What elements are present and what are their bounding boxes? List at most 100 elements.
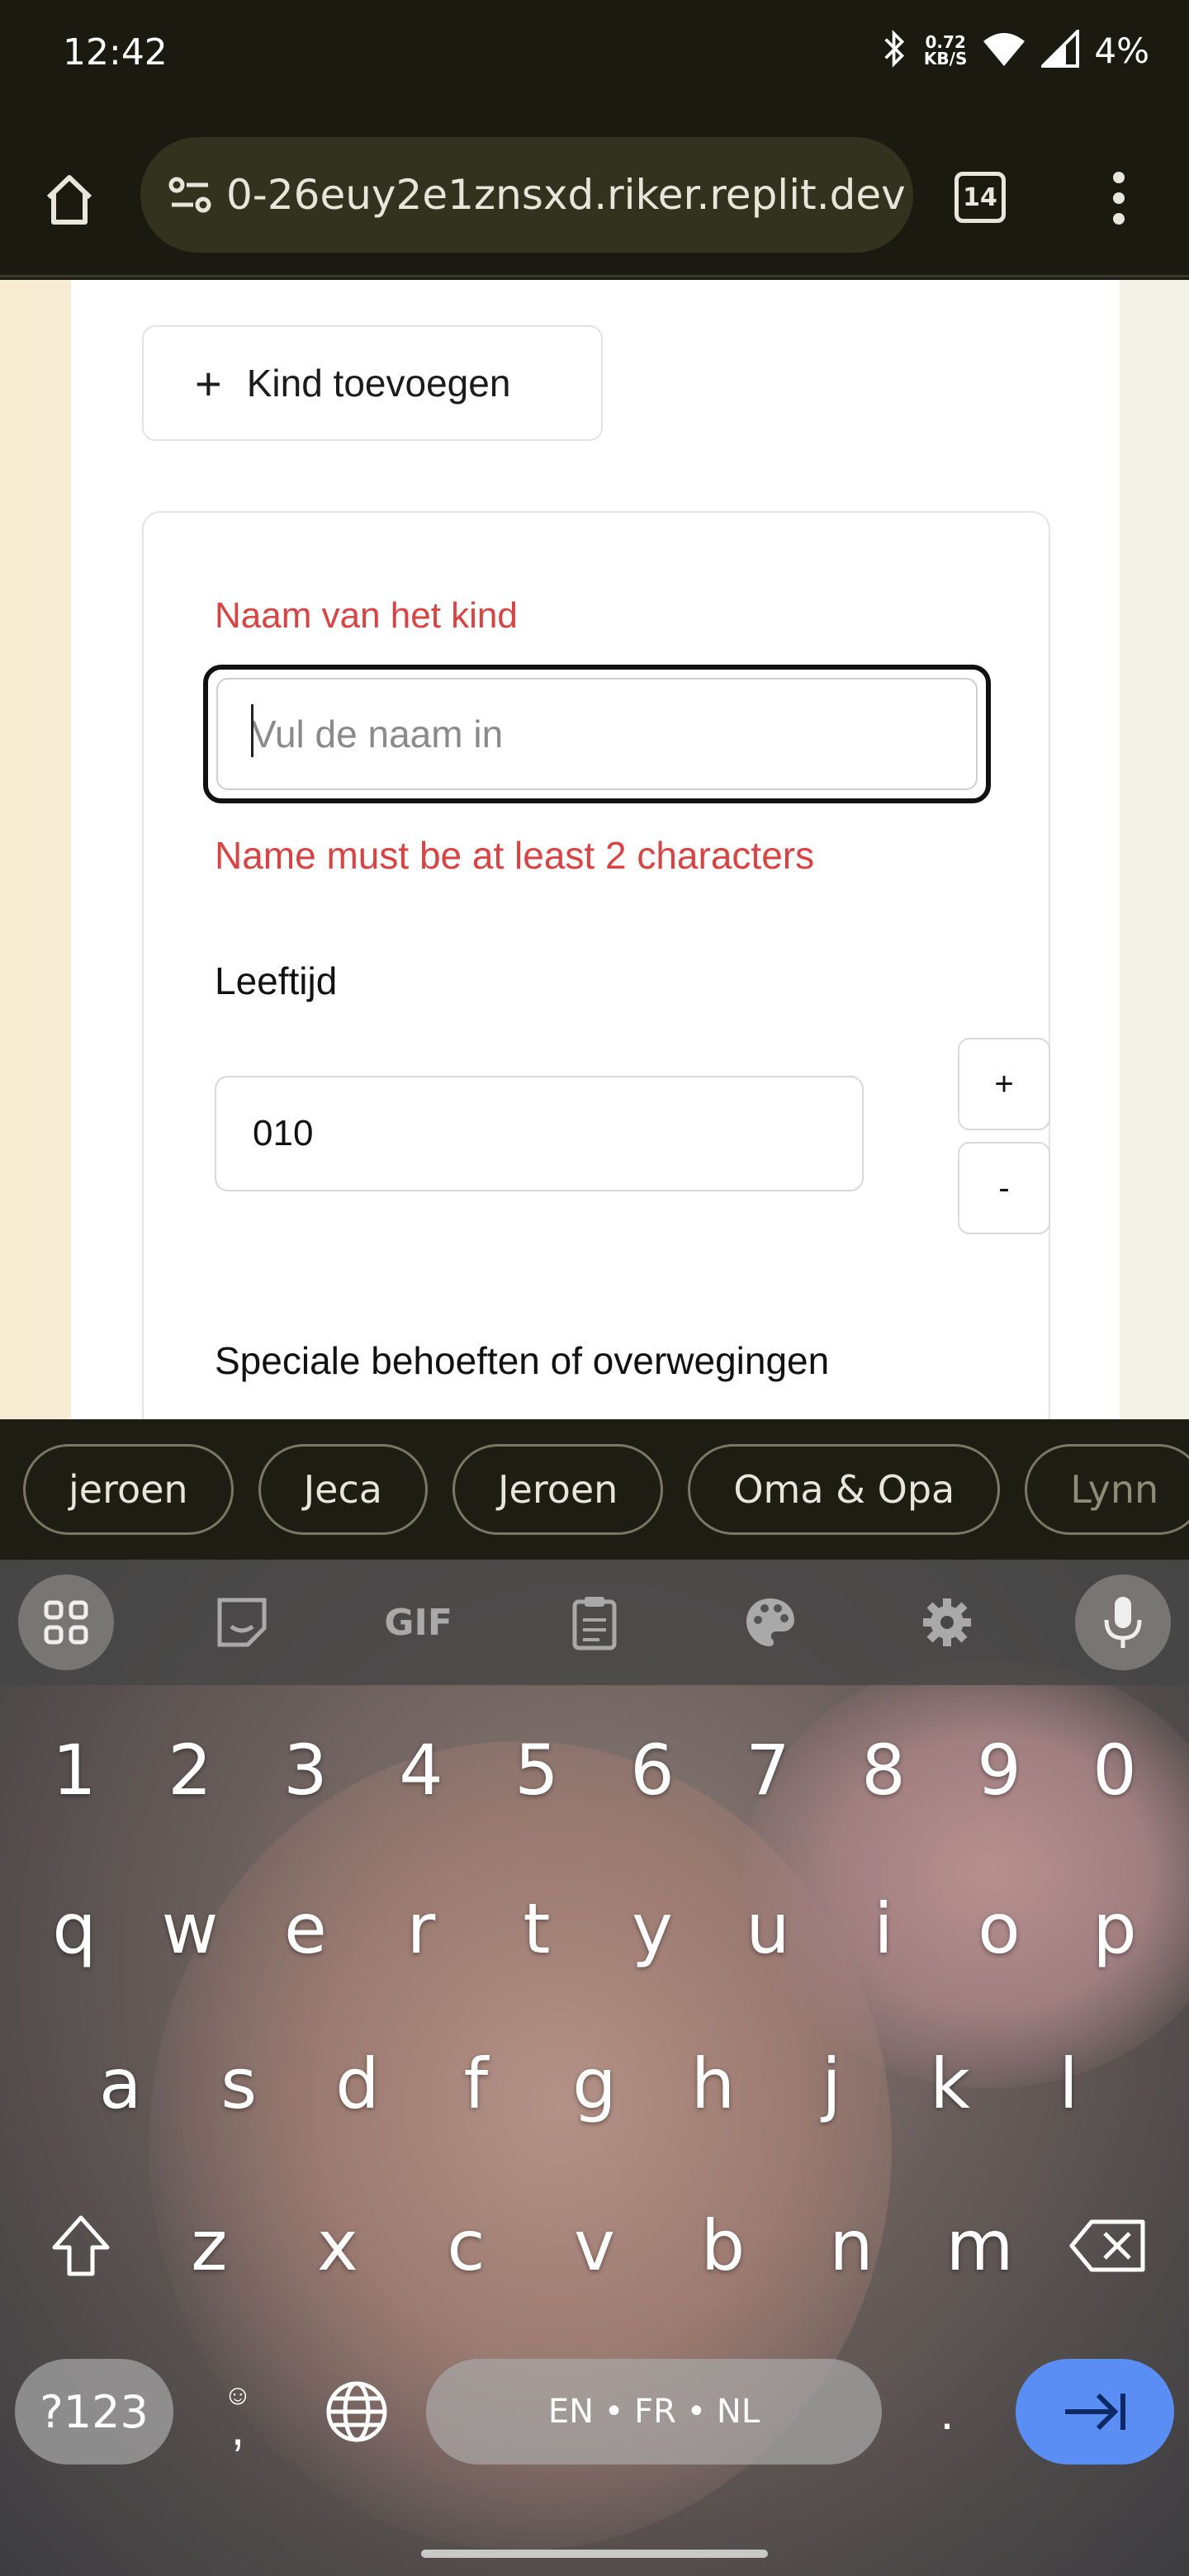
browser-toolbar: 0-26euy2e1znsxd.riker.replit.dev 14 — [0, 124, 1189, 277]
key-m[interactable]: m — [931, 2176, 1030, 2316]
letter-key-row-3: z x c v b n m — [0, 2176, 1189, 2316]
url-text: 0-26euy2e1znsxd.riker.replit.dev — [226, 171, 906, 219]
key-0[interactable]: 0 — [1065, 1700, 1164, 1840]
key-5[interactable]: 5 — [487, 1700, 586, 1840]
period-key[interactable]: . — [918, 2359, 976, 2465]
suggestion-chip[interactable]: Oma & Opa — [688, 1444, 1001, 1535]
plus-icon: + — [195, 357, 222, 410]
age-label: Leeftijd — [215, 959, 338, 1002]
autofill-suggestions: jeroen Jeca Jeroen Oma & Opa Lynn — [0, 1419, 1189, 1560]
age-decrement-button[interactable]: - — [958, 1142, 1050, 1234]
status-time: 12:42 — [63, 31, 168, 73]
key-e[interactable]: e — [256, 1859, 355, 1999]
comma-label: , — [230, 2400, 245, 2455]
theme-palette-icon[interactable] — [722, 1574, 818, 1670]
letter-key-row-2: a s d f g h j k l — [0, 2014, 1189, 2154]
next-field-key[interactable] — [1016, 2359, 1174, 2465]
settings-gear-icon[interactable] — [899, 1574, 995, 1670]
key-8[interactable]: 8 — [834, 1700, 933, 1840]
key-1[interactable]: 1 — [25, 1700, 124, 1840]
age-increment-button[interactable]: + — [958, 1038, 1050, 1130]
site-settings-icon[interactable] — [165, 170, 215, 220]
voice-input-mic-icon[interactable] — [1074, 1574, 1171, 1670]
key-v[interactable]: v — [545, 2176, 644, 2316]
key-f[interactable]: f — [426, 2014, 525, 2154]
backspace-key[interactable] — [1059, 2176, 1158, 2316]
network-speed: 0.72 KB/S — [923, 32, 968, 69]
age-input[interactable]: 010 — [215, 1076, 864, 1191]
name-field-focus-ring: Vul de naam in — [203, 665, 991, 803]
battery-percent: 4% — [1094, 30, 1149, 71]
content-card: + Kind toevoegen Naam van het kind Vul d… — [71, 280, 1120, 1419]
add-child-button[interactable]: + Kind toevoegen — [142, 325, 603, 441]
key-i[interactable]: i — [834, 1859, 933, 1999]
suggestion-chip[interactable]: Jeroen — [452, 1444, 664, 1535]
key-x[interactable]: x — [288, 2176, 387, 2316]
status-bar: 12:42 0.72 KB/S 4% — [0, 0, 1189, 124]
keyboard-toolbar: GIF — [0, 1560, 1189, 1685]
key-d[interactable]: d — [308, 2014, 407, 2154]
suggestion-chip[interactable]: Lynn — [1025, 1444, 1189, 1535]
shift-key[interactable] — [31, 2176, 130, 2316]
key-3[interactable]: 3 — [256, 1700, 355, 1840]
key-t[interactable]: t — [487, 1859, 586, 1999]
name-error-message: Name must be at least 2 characters — [215, 834, 815, 877]
key-9[interactable]: 9 — [950, 1700, 1049, 1840]
name-input[interactable]: Vul de naam in — [216, 678, 978, 790]
key-p[interactable]: p — [1065, 1859, 1164, 1999]
key-j[interactable]: j — [782, 2014, 881, 2154]
status-icons: 0.72 KB/S 4% — [881, 27, 1149, 71]
menu-dot-icon — [1113, 192, 1125, 204]
key-6[interactable]: 6 — [603, 1700, 702, 1840]
key-2[interactable]: 2 — [140, 1700, 239, 1840]
apps-grid-icon[interactable] — [18, 1574, 114, 1670]
text-caret — [251, 704, 253, 757]
comma-key[interactable]: ☺ , — [205, 2359, 271, 2465]
key-l[interactable]: l — [1019, 2014, 1118, 2154]
key-o[interactable]: o — [950, 1859, 1049, 1999]
sticker-icon[interactable] — [194, 1574, 290, 1670]
home-button[interactable] — [35, 165, 104, 234]
space-bar[interactable]: EN • FR • NL — [426, 2359, 882, 2465]
key-k[interactable]: k — [901, 2014, 1000, 2154]
bluetooth-icon — [881, 30, 909, 71]
symbols-key[interactable]: ?123 — [15, 2359, 173, 2465]
special-needs-label: Speciale behoeften of overwegingen — [215, 1339, 830, 1382]
suggestion-chip[interactable]: Jeca — [258, 1444, 428, 1535]
key-7[interactable]: 7 — [718, 1700, 817, 1840]
key-r[interactable]: r — [372, 1859, 471, 1999]
web-page: + Kind toevoegen Naam van het kind Vul d… — [0, 280, 1189, 1419]
number-key-row: 1 2 3 4 5 6 7 8 9 0 — [0, 1700, 1189, 1840]
key-z[interactable]: z — [159, 2176, 258, 2316]
shift-arrow-icon — [52, 2215, 110, 2276]
tab-next-arrow-icon — [1065, 2393, 1125, 2431]
letter-key-row-1: q w e r t y u i o p — [0, 1859, 1189, 1999]
clipboard-icon[interactable] — [547, 1574, 642, 1670]
key-n[interactable]: n — [802, 2176, 901, 2316]
key-c[interactable]: c — [416, 2176, 515, 2316]
menu-dot-icon — [1113, 172, 1125, 183]
key-q[interactable]: q — [25, 1859, 124, 1999]
wifi-icon — [982, 30, 1026, 71]
address-bar[interactable]: 0-26euy2e1znsxd.riker.replit.dev — [140, 137, 913, 253]
gesture-nav-handle[interactable] — [421, 2550, 768, 2558]
key-u[interactable]: u — [718, 1859, 817, 1999]
key-4[interactable]: 4 — [372, 1700, 471, 1840]
gif-button[interactable]: GIF — [371, 1574, 467, 1670]
key-w[interactable]: w — [140, 1859, 239, 1999]
keyboard-bottom-row: ?123 ☺ , EN • FR • NL . — [0, 2359, 1189, 2474]
tab-switcher-button[interactable]: 14 — [955, 172, 1006, 223]
cell-signal-icon — [1039, 27, 1080, 71]
backspace-icon — [1069, 2219, 1145, 2272]
key-g[interactable]: g — [545, 2014, 644, 2154]
key-s[interactable]: s — [189, 2014, 288, 2154]
language-switch-key[interactable] — [322, 2377, 391, 2446]
key-a[interactable]: a — [71, 2014, 170, 2154]
key-y[interactable]: y — [603, 1859, 702, 1999]
name-placeholder: Vul de naam in — [251, 713, 504, 755]
key-h[interactable]: h — [664, 2014, 763, 2154]
more-options-button[interactable] — [1098, 165, 1139, 231]
suggestion-chip[interactable]: jeroen — [23, 1444, 234, 1535]
soft-keyboard: GIF 1 2 3 4 5 6 7 8 9 0 q w e r t y u i — [0, 1560, 1189, 2576]
key-b[interactable]: b — [674, 2176, 773, 2316]
